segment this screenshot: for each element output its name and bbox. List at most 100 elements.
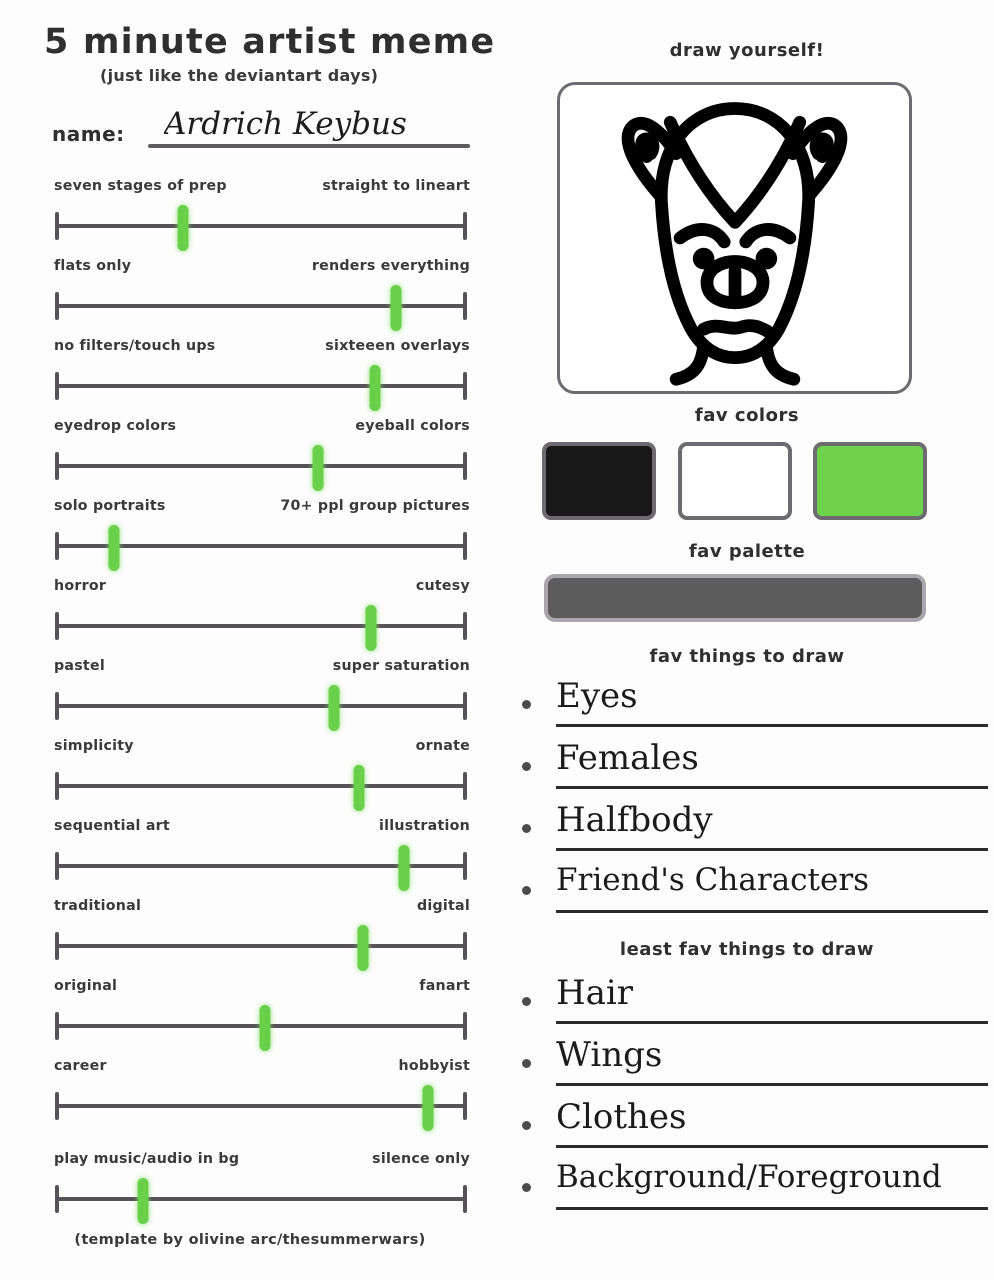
- slider-labels: original fanart: [52, 978, 470, 1000]
- slider-end-cap-right: [463, 1092, 467, 1120]
- slider-end-cap-left: [55, 932, 59, 960]
- list-item: Hair: [514, 973, 988, 1037]
- draw-yourself-label: draw yourself!: [669, 40, 825, 61]
- slider-track[interactable]: [52, 605, 470, 651]
- list-item: Wings: [514, 1035, 988, 1099]
- slider-track[interactable]: [52, 285, 470, 331]
- slider-end-cap-left: [55, 692, 59, 720]
- slider-marker[interactable]: [357, 925, 369, 971]
- name-input[interactable]: Ardrich Keybus: [164, 106, 484, 142]
- list-item-text[interactable]: Wings: [556, 1033, 986, 1079]
- bullet-icon: [522, 700, 531, 709]
- slider-track-line: [56, 384, 466, 388]
- slider-track[interactable]: [52, 205, 470, 251]
- least-fav-things-list: Hair Wings Clothes Background/Foreground: [514, 973, 988, 1223]
- slider-marker[interactable]: [369, 365, 381, 411]
- slider-row: horror cutesy: [52, 578, 477, 658]
- slider-label-right: hobbyist: [398, 1058, 470, 1074]
- fav-palette-bar[interactable]: [544, 574, 926, 622]
- self-portrait-canvas[interactable]: [557, 82, 912, 394]
- list-item-text[interactable]: Halfbody: [556, 798, 986, 844]
- self-portrait-drawing: [621, 102, 848, 386]
- green-swatch[interactable]: [813, 442, 927, 520]
- slider-end-cap-right: [463, 212, 467, 240]
- slider-end-cap-right: [463, 532, 467, 560]
- slider-labels: sequential art illustration: [52, 818, 470, 840]
- slider-row: flats only renders everything: [52, 258, 477, 338]
- slider-end-cap-left: [55, 212, 59, 240]
- bullet-icon: [522, 997, 531, 1006]
- slider-end-cap-right: [463, 1012, 467, 1040]
- name-field-row: name: Ardrich Keybus: [52, 106, 484, 154]
- slider-marker[interactable]: [177, 205, 189, 251]
- slider-track-line: [56, 944, 466, 948]
- slider-track-line: [56, 224, 466, 228]
- slider-row: eyedrop colors eyeball colors: [52, 418, 477, 498]
- slider-label-left: simplicity: [54, 738, 134, 754]
- slider-row: pastel super saturation: [52, 658, 477, 738]
- slider-track[interactable]: [52, 445, 470, 491]
- list-item-underline: [556, 724, 988, 727]
- list-item-underline: [556, 1145, 988, 1148]
- slider-end-cap-right: [463, 852, 467, 880]
- list-item-text[interactable]: Friend's Characters: [556, 860, 986, 902]
- slider-label-left: no filters/touch ups: [54, 338, 216, 354]
- slider-end-cap-right: [463, 292, 467, 320]
- slider-track[interactable]: [52, 1178, 470, 1224]
- slider-label-right: renders everything: [311, 258, 470, 274]
- list-item-underline: [556, 1207, 988, 1210]
- fav-colors-label: fav colors: [694, 405, 800, 426]
- slider-end-cap-right: [463, 612, 467, 640]
- slider-track[interactable]: [52, 685, 470, 731]
- meme-sheet: 5 minute artist meme (just like the devi…: [0, 0, 994, 1280]
- slider-marker[interactable]: [365, 605, 377, 651]
- slider-track[interactable]: [52, 845, 470, 891]
- slider-row: traditional digital: [52, 898, 477, 978]
- slider-marker[interactable]: [108, 525, 120, 571]
- slider-row: play music/audio in bg silence only: [52, 1151, 477, 1231]
- slider-track[interactable]: [52, 525, 470, 571]
- slider-track[interactable]: [52, 1085, 470, 1131]
- slider-list: seven stages of prep straight to lineart f…: [52, 178, 477, 1231]
- list-item-text[interactable]: Background/Foreground: [556, 1157, 986, 1199]
- list-item-text[interactable]: Hair: [556, 971, 986, 1017]
- page-subtitle: (just like the deviantart days): [100, 66, 379, 85]
- slider-marker[interactable]: [259, 1005, 271, 1051]
- slider-track[interactable]: [52, 925, 470, 971]
- white-swatch[interactable]: [677, 442, 792, 520]
- list-item: Halfbody: [514, 800, 988, 864]
- list-item-underline: [556, 786, 988, 789]
- right-column: draw yourself! fav colors fav palette fa…: [500, 0, 994, 1280]
- list-item-text[interactable]: Females: [556, 736, 986, 782]
- slider-end-cap-left: [55, 1012, 59, 1040]
- slider-label-left: sequential art: [54, 818, 170, 834]
- slider-end-cap-right: [463, 452, 467, 480]
- list-item: Eyes: [514, 676, 988, 740]
- slider-marker[interactable]: [390, 285, 402, 331]
- slider-track[interactable]: [52, 1005, 470, 1051]
- slider-labels: pastel super saturation: [52, 658, 470, 680]
- slider-marker[interactable]: [398, 845, 410, 891]
- slider-labels: solo portraits 70+ ppl group pictures: [52, 498, 470, 520]
- bullet-icon: [522, 1183, 531, 1192]
- black-swatch[interactable]: [542, 442, 656, 520]
- slider-track[interactable]: [52, 765, 470, 811]
- slider-label-left: pastel: [54, 658, 105, 674]
- slider-label-right: 70+ ppl group pictures: [280, 498, 470, 514]
- slider-marker[interactable]: [422, 1085, 434, 1131]
- fav-things-list: Eyes Females Halfbody Friend's Characters: [514, 676, 988, 926]
- slider-track[interactable]: [52, 365, 470, 411]
- list-item-text[interactable]: Clothes: [556, 1095, 986, 1141]
- slider-marker[interactable]: [353, 765, 365, 811]
- slider-label-right: silence only: [372, 1151, 470, 1167]
- slider-end-cap-left: [55, 852, 59, 880]
- slider-marker[interactable]: [328, 685, 340, 731]
- slider-row: no filters/touch ups sixteeen overlays: [52, 338, 477, 418]
- slider-track-line: [56, 624, 466, 628]
- list-item-text[interactable]: Eyes: [556, 674, 986, 720]
- slider-marker[interactable]: [312, 445, 324, 491]
- slider-marker[interactable]: [137, 1178, 149, 1224]
- bullet-icon: [522, 824, 531, 833]
- list-item-underline: [556, 1021, 988, 1024]
- slider-row: solo portraits 70+ ppl group pictures: [52, 498, 477, 578]
